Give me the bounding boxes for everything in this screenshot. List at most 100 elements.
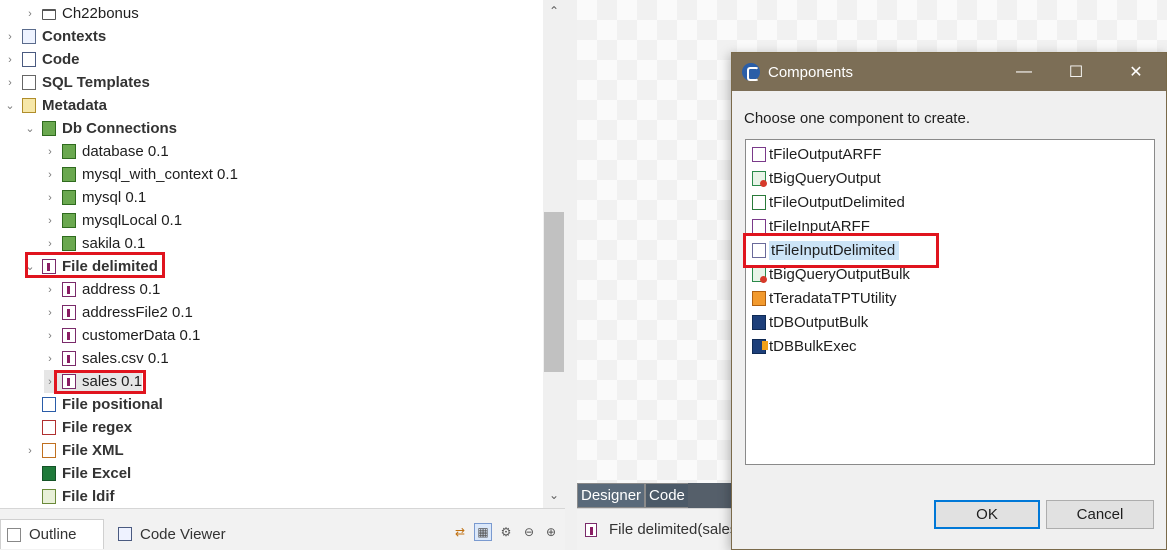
file-delimited-icon: [62, 328, 76, 343]
chevron-right-icon[interactable]: ›: [44, 284, 56, 296]
scroll-up-icon[interactable]: ⌃: [543, 0, 565, 22]
bottom-view-bar: Outline Code Viewer ⇄ ▦ ⚙ ⊖ ⊕: [0, 508, 565, 550]
tree-item-metadata[interactable]: ⌄ Metadata: [4, 94, 107, 117]
scroll-thumb[interactable]: [544, 212, 564, 372]
tree-scrollbar[interactable]: ⌃ ⌄: [543, 0, 565, 508]
chevron-right-icon[interactable]: ›: [44, 353, 56, 365]
tab-outline[interactable]: Outline: [0, 519, 104, 549]
highlight-box: [25, 252, 165, 278]
chevron-right-icon[interactable]: ›: [44, 192, 56, 204]
file-xml-icon: [42, 443, 56, 458]
component-label: tTeradataTPTUtility: [769, 289, 897, 307]
db-connection-icon: [42, 121, 56, 136]
tree-item-sql-templates[interactable]: › SQL Templates: [4, 71, 150, 94]
chevron-right-icon[interactable]: ›: [24, 445, 36, 457]
tab-code-viewer[interactable]: Code Viewer: [112, 519, 252, 549]
code-icon: [22, 52, 36, 67]
component-label: tFileOutputARFF: [769, 145, 882, 163]
ok-button[interactable]: OK: [934, 500, 1040, 529]
db-bulk-exec-icon: [752, 338, 768, 354]
component-label: tDBBulkExec: [769, 337, 857, 355]
tree-item-address[interactable]: › address 0.1: [44, 278, 160, 301]
tree-item-label: Ch22bonus: [62, 5, 139, 22]
tree-item-file-xml[interactable]: › File XML: [24, 439, 124, 462]
chevron-right-icon[interactable]: ›: [4, 54, 16, 66]
tree-item-label: Contexts: [42, 28, 107, 45]
tree-item-file-positional[interactable]: File positional: [24, 393, 163, 416]
list-item[interactable]: tFileOutputARFF: [752, 143, 882, 165]
file-output-arff-icon: [752, 146, 766, 162]
tree-item-mysqllocal[interactable]: › mysqlLocal 0.1: [44, 209, 182, 232]
list-item[interactable]: tDBOutputBulk: [752, 311, 868, 333]
app-icon: [742, 63, 760, 81]
list-item[interactable]: tTeradataTPTUtility: [752, 287, 897, 309]
tree-item-label: mysqlLocal 0.1: [82, 212, 183, 229]
tree-item-ch22bonus[interactable]: › Ch22bonus: [24, 2, 139, 25]
tab-label: Outline: [29, 526, 77, 543]
tree-item-label: sales.csv 0.1: [82, 350, 169, 367]
tree-view-icon[interactable]: ▦: [474, 523, 492, 541]
tree-item-contexts[interactable]: › Contexts: [4, 25, 106, 48]
tree-item-file-regex[interactable]: File regex: [24, 416, 132, 439]
component-list[interactable]: tFileOutputARFF tBigQueryOutput tFileOut…: [745, 139, 1155, 465]
chevron-right-icon[interactable]: ›: [44, 215, 56, 227]
dialog-titlebar[interactable]: Components — ☐ ✕: [732, 53, 1166, 91]
tree-item-label: database 0.1: [82, 143, 169, 160]
cancel-label: Cancel: [1076, 506, 1124, 523]
component-label: tBigQueryOutputBulk: [769, 265, 910, 283]
editor-tabs: Designer Code: [577, 483, 689, 508]
tree-item-database[interactable]: › database 0.1: [44, 140, 169, 163]
file-delimited-icon: [62, 282, 76, 297]
tree-item-code[interactable]: › Code: [4, 48, 79, 71]
bigquery-output-icon: [752, 170, 767, 187]
list-item[interactable]: tBigQueryOutput: [752, 167, 881, 189]
code-viewer-icon: [118, 527, 132, 541]
maximize-button[interactable]: ☐: [1050, 53, 1102, 91]
components-dialog: Components — ☐ ✕ Choose one component to…: [731, 52, 1167, 550]
sort-icon[interactable]: ⇄: [451, 523, 469, 541]
list-item[interactable]: tFileOutputDelimited: [752, 191, 905, 213]
tree-item-db-connections[interactable]: ⌄ Db Connections: [24, 117, 177, 140]
chevron-right-icon[interactable]: ›: [44, 146, 56, 158]
chevron-right-icon[interactable]: ›: [4, 31, 16, 43]
status-text: File delimited(sales: [609, 521, 738, 538]
chevron-down-icon[interactable]: ⌄: [4, 100, 16, 112]
chevron-right-icon[interactable]: ›: [44, 238, 56, 250]
db-output-bulk-icon: [752, 314, 766, 330]
minimize-icon[interactable]: ⊖: [520, 523, 538, 541]
tree-item-label: mysql_with_context 0.1: [82, 166, 238, 183]
cancel-button[interactable]: Cancel: [1046, 500, 1154, 529]
tree-item-mysql[interactable]: › mysql 0.1: [44, 186, 146, 209]
tree-item-file-excel[interactable]: File Excel: [24, 462, 131, 485]
tab-label: Designer: [581, 487, 642, 504]
list-item[interactable]: tDBBulkExec: [752, 335, 857, 357]
close-button[interactable]: ✕: [1110, 53, 1162, 91]
component-label: tFileInputARFF: [769, 217, 870, 235]
chevron-right-icon[interactable]: ›: [4, 77, 16, 89]
tree-item-label: address 0.1: [82, 281, 161, 298]
chevron-right-icon[interactable]: ›: [24, 8, 36, 20]
tree-item-customerdata[interactable]: › customerData 0.1: [44, 324, 200, 347]
chevron-right-icon[interactable]: ›: [44, 307, 56, 319]
tree-item-sales-csv[interactable]: › sales.csv 0.1: [44, 347, 169, 370]
filter-icon[interactable]: ⚙: [497, 523, 515, 541]
tree-item-addressfile2[interactable]: › addressFile2 0.1: [44, 301, 193, 324]
maximize-icon[interactable]: ⊕: [542, 523, 560, 541]
minimize-button[interactable]: —: [998, 53, 1050, 91]
panel-divider[interactable]: [565, 0, 577, 550]
chevron-right-icon[interactable]: ›: [44, 169, 56, 181]
chevron-down-icon[interactable]: ⌄: [24, 123, 36, 135]
scroll-down-icon[interactable]: ⌄: [543, 484, 565, 506]
tree-item-mysql-with-context[interactable]: › mysql_with_context 0.1: [44, 163, 238, 186]
tab-label: Code: [649, 487, 685, 504]
tab-designer[interactable]: Designer: [577, 483, 646, 508]
file-regex-icon: [42, 420, 56, 435]
tree-item-file-ldif[interactable]: File ldif: [24, 485, 115, 508]
file-output-delimited-icon: [752, 194, 766, 210]
component-label: tFileOutputDelimited: [769, 193, 905, 211]
chevron-right-icon[interactable]: ›: [44, 330, 56, 342]
tab-code[interactable]: Code: [645, 483, 689, 508]
close-icon: ✕: [1129, 64, 1143, 81]
